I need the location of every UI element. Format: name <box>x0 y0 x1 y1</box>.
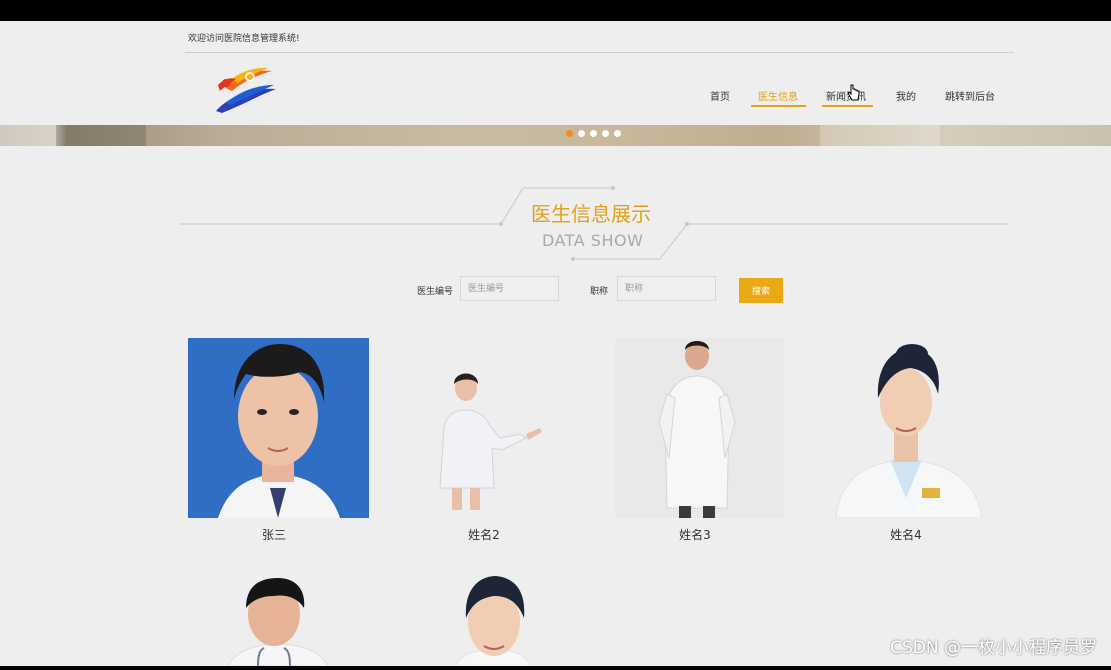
nav-item-admin[interactable]: 跳转到后台 <box>945 88 995 103</box>
doctor-name: 姓名2 <box>468 528 500 542</box>
pointer-cursor-icon <box>847 84 861 102</box>
nav-item-doctors[interactable]: 医生信息 <box>758 88 798 103</box>
doctor-card[interactable]: 姓名2 <box>400 338 581 548</box>
doctor-card[interactable]: 张三 <box>188 338 369 548</box>
carousel-dot[interactable] <box>614 130 621 137</box>
carousel-dot[interactable] <box>602 130 609 137</box>
search-button[interactable]: 搜索 <box>739 278 783 303</box>
title-label: 职称 <box>590 287 609 297</box>
doctor-card[interactable]: 姓名4 <box>826 338 986 548</box>
section-title-cn: 医生信息展示 <box>531 202 651 226</box>
doctor-card[interactable]: 姓名3 <box>615 338 785 548</box>
doctor-photo <box>615 338 784 518</box>
doctor-photo <box>826 338 986 518</box>
section-title-en: DATA SHOW <box>542 231 644 250</box>
doctor-name: 张三 <box>261 528 286 542</box>
welcome-text: 欢迎访问医院信息管理系统! <box>188 34 300 44</box>
doctor-card[interactable] <box>188 574 369 666</box>
main-nav: 首页 医生信息 新闻资讯 我的 跳转到后台 <box>0 88 1111 108</box>
banner-graphic <box>56 125 146 146</box>
doctor-photo <box>188 574 369 666</box>
carousel-dots <box>566 130 621 137</box>
window-bottom-bar <box>0 666 1111 670</box>
section-heading: 医生信息展示 DATA SHOW <box>180 181 1009 281</box>
doctor-photo <box>400 574 581 666</box>
banner-carousel[interactable] <box>0 125 1111 146</box>
window-top-bar <box>0 0 1111 21</box>
page: 欢迎访问医院信息管理系统! 首页 医生信息 新闻资讯 我的 跳转到后台 医生信息… <box>0 21 1111 666</box>
watermark-text: CSDN @一枚小小程序员罗 <box>890 638 1097 658</box>
doctor-id-label: 医生编号 <box>417 287 454 297</box>
doctor-photo <box>400 338 581 518</box>
nav-hover-underline <box>822 105 873 107</box>
search-bar: 医生编号 职称 搜索 <box>0 276 1111 306</box>
doctor-id-input[interactable] <box>460 276 559 301</box>
doctor-card[interactable] <box>400 574 581 666</box>
nav-item-home[interactable]: 首页 <box>710 88 730 103</box>
header-divider <box>185 52 1014 53</box>
doctor-name: 姓名3 <box>679 528 711 542</box>
carousel-dot[interactable] <box>566 130 573 137</box>
nav-active-underline <box>751 105 806 107</box>
carousel-dot[interactable] <box>590 130 597 137</box>
banner-graphic <box>820 125 940 146</box>
doctor-name: 姓名4 <box>890 528 922 542</box>
doctor-photo <box>188 338 369 518</box>
title-input[interactable] <box>617 276 716 301</box>
nav-item-mine[interactable]: 我的 <box>896 88 916 103</box>
carousel-dot[interactable] <box>578 130 585 137</box>
